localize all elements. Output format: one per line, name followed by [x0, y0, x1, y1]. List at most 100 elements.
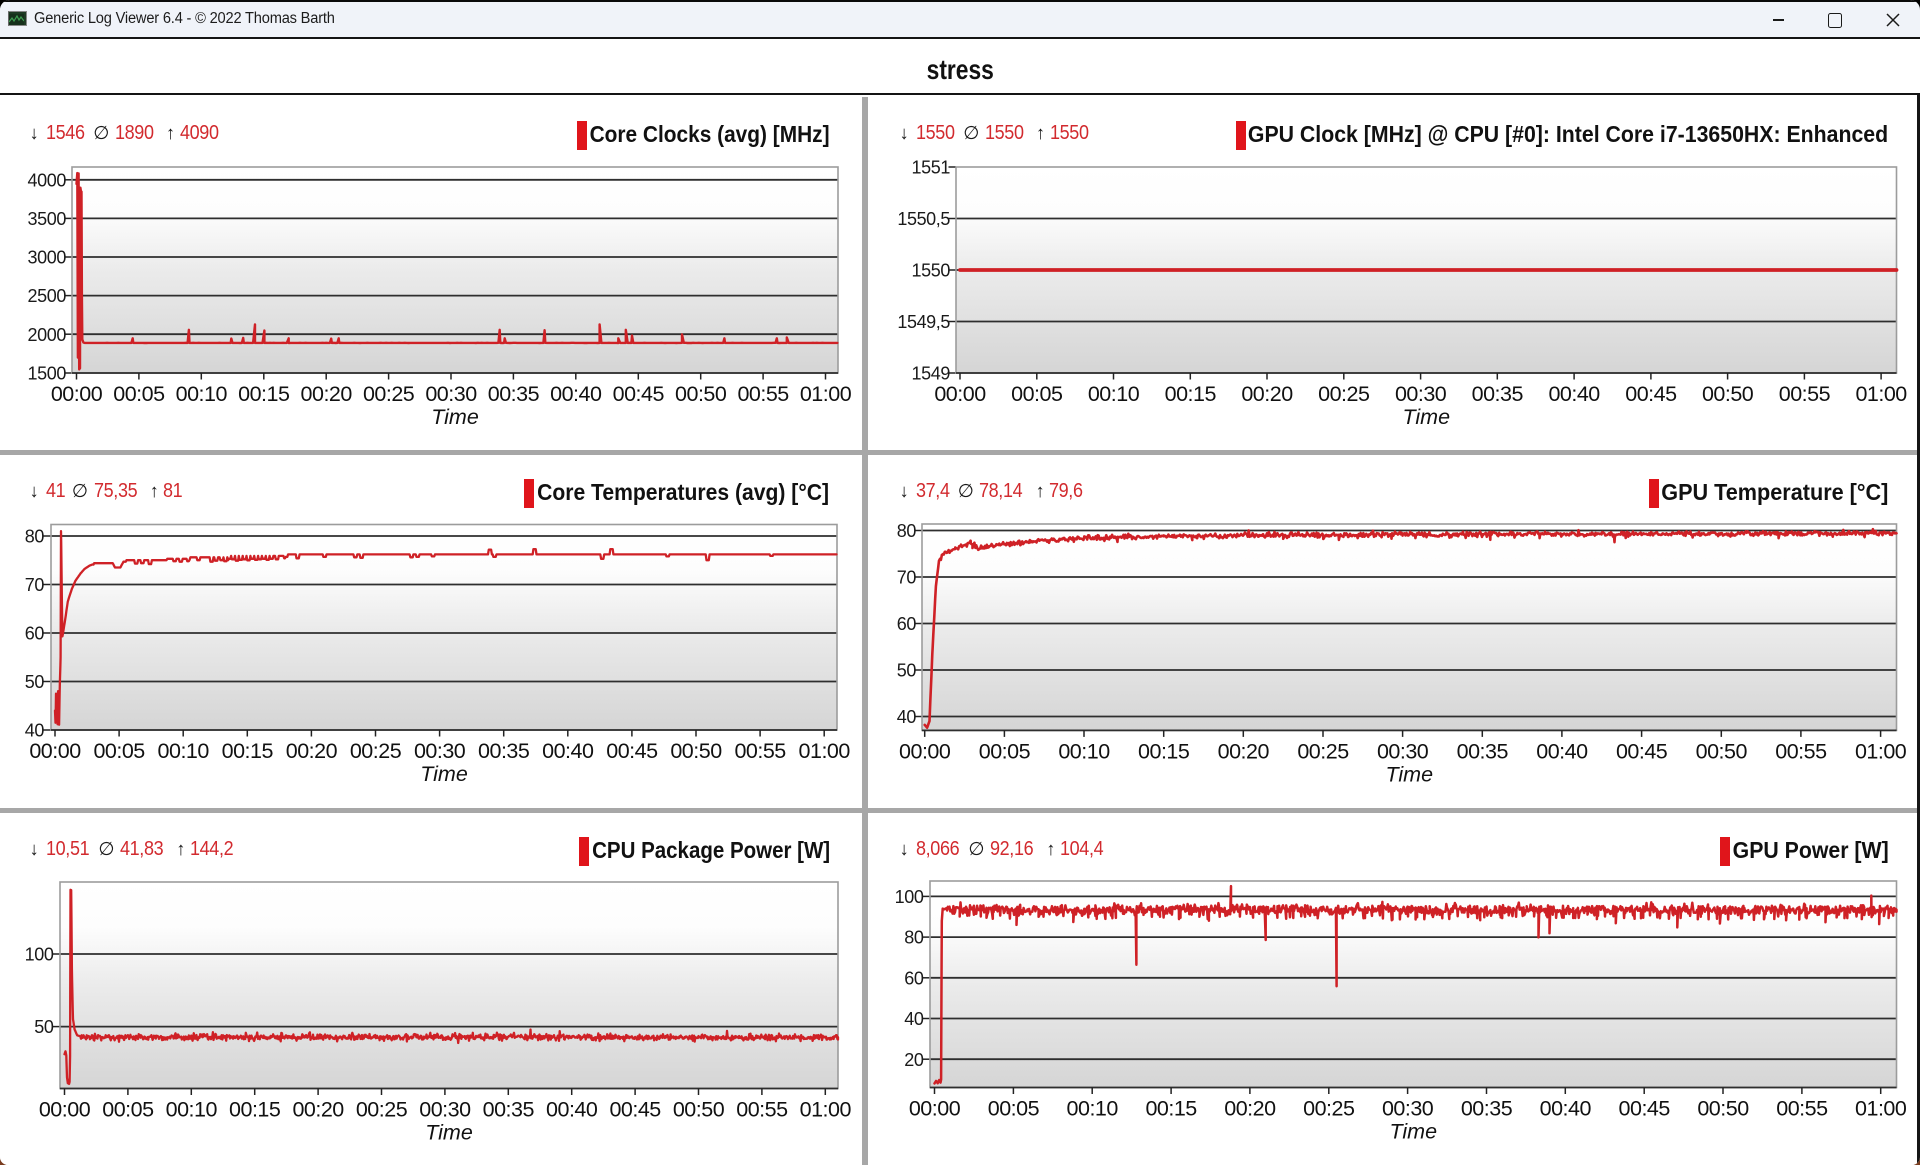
svg-text:00:20: 00:20 — [1241, 382, 1293, 406]
svg-text:00:30: 00:30 — [1382, 1097, 1434, 1121]
svg-text:00:20: 00:20 — [286, 739, 338, 763]
svg-text:50: 50 — [897, 661, 917, 681]
svg-text:50: 50 — [25, 672, 45, 692]
svg-text:2000: 2000 — [28, 325, 67, 345]
svg-text:Time: Time — [1385, 762, 1433, 786]
svg-text:01:00: 01:00 — [1855, 739, 1907, 763]
svg-text:00:00: 00:00 — [899, 739, 951, 763]
svg-text:00:10: 00:10 — [1088, 382, 1140, 406]
svg-text:00:20: 00:20 — [301, 382, 353, 406]
svg-text:00:30: 00:30 — [1395, 382, 1447, 406]
svg-text:00:00: 00:00 — [909, 1097, 961, 1121]
svg-text:00:00: 00:00 — [934, 382, 986, 406]
svg-text:00:55: 00:55 — [737, 382, 789, 406]
svg-text:00:35: 00:35 — [1461, 1097, 1513, 1121]
svg-text:00:30: 00:30 — [425, 382, 477, 406]
svg-text:00:55: 00:55 — [736, 1098, 788, 1122]
svg-text:00:40: 00:40 — [542, 739, 594, 763]
svg-text:00:35: 00:35 — [488, 382, 540, 406]
svg-text:1551: 1551 — [912, 158, 951, 178]
svg-text:2500: 2500 — [28, 286, 67, 306]
svg-text:00:15: 00:15 — [222, 739, 274, 763]
svg-text:00:05: 00:05 — [988, 1097, 1040, 1121]
svg-text:00:45: 00:45 — [609, 1098, 661, 1122]
svg-text:01:00: 01:00 — [799, 739, 851, 763]
svg-text:100: 100 — [25, 945, 54, 965]
svg-text:00:45: 00:45 — [613, 382, 665, 406]
svg-text:00:50: 00:50 — [1697, 1097, 1749, 1121]
svg-text:00:10: 00:10 — [176, 382, 228, 406]
svg-text:00:50: 00:50 — [670, 739, 722, 763]
svg-text:80: 80 — [904, 928, 924, 948]
svg-text:00:10: 00:10 — [166, 1098, 218, 1122]
svg-text:1549,5: 1549,5 — [897, 312, 950, 332]
svg-text:00:30: 00:30 — [1377, 739, 1429, 763]
svg-text:1550: 1550 — [912, 261, 951, 281]
svg-text:Time: Time — [431, 405, 479, 429]
svg-text:00:35: 00:35 — [1457, 739, 1509, 763]
svg-text:60: 60 — [25, 624, 45, 644]
svg-text:Time: Time — [1402, 405, 1450, 429]
svg-text:00:15: 00:15 — [1138, 739, 1190, 763]
svg-text:70: 70 — [897, 568, 917, 588]
svg-text:01:00: 01:00 — [800, 1098, 852, 1122]
svg-text:50: 50 — [34, 1017, 54, 1037]
svg-text:00:05: 00:05 — [93, 739, 145, 763]
svg-text:1549: 1549 — [912, 364, 951, 384]
svg-text:00:25: 00:25 — [356, 1098, 408, 1122]
svg-text:00:50: 00:50 — [1702, 382, 1754, 406]
svg-text:00:35: 00:35 — [483, 1098, 535, 1122]
svg-text:40: 40 — [25, 721, 45, 741]
svg-text:20: 20 — [904, 1050, 924, 1070]
svg-text:00:05: 00:05 — [1011, 382, 1063, 406]
svg-text:60: 60 — [904, 968, 924, 988]
svg-text:00:00: 00:00 — [29, 739, 81, 763]
svg-text:00:55: 00:55 — [1775, 739, 1827, 763]
svg-text:00:50: 00:50 — [673, 1098, 725, 1122]
svg-text:80: 80 — [25, 527, 45, 547]
svg-text:01:00: 01:00 — [1855, 382, 1907, 406]
svg-text:00:05: 00:05 — [102, 1098, 154, 1122]
svg-text:1550,5: 1550,5 — [897, 209, 950, 229]
svg-text:00:20: 00:20 — [292, 1098, 344, 1122]
svg-text:00:05: 00:05 — [979, 739, 1031, 763]
svg-text:00:20: 00:20 — [1224, 1097, 1276, 1121]
svg-text:00:00: 00:00 — [51, 382, 103, 406]
svg-text:00:25: 00:25 — [350, 739, 402, 763]
svg-text:00:25: 00:25 — [1318, 382, 1370, 406]
svg-text:60: 60 — [897, 614, 917, 634]
svg-text:00:25: 00:25 — [363, 382, 415, 406]
svg-text:Time: Time — [425, 1121, 473, 1145]
svg-text:00:30: 00:30 — [419, 1098, 471, 1122]
svg-text:00:40: 00:40 — [550, 382, 602, 406]
svg-text:00:15: 00:15 — [238, 382, 290, 406]
svg-text:00:30: 00:30 — [414, 739, 466, 763]
svg-text:00:50: 00:50 — [1696, 739, 1748, 763]
svg-text:01:00: 01:00 — [800, 382, 852, 406]
svg-text:00:25: 00:25 — [1297, 739, 1349, 763]
svg-text:00:15: 00:15 — [229, 1098, 281, 1122]
svg-text:00:40: 00:40 — [546, 1098, 598, 1122]
svg-text:40: 40 — [904, 1009, 924, 1029]
svg-text:00:00: 00:00 — [39, 1098, 91, 1122]
svg-text:00:55: 00:55 — [1776, 1097, 1828, 1121]
svg-text:00:45: 00:45 — [1619, 1097, 1671, 1121]
svg-text:00:50: 00:50 — [675, 382, 727, 406]
svg-text:00:45: 00:45 — [606, 739, 658, 763]
svg-text:00:10: 00:10 — [1058, 739, 1110, 763]
svg-text:1500: 1500 — [28, 364, 67, 384]
svg-text:01:00: 01:00 — [1855, 1097, 1907, 1121]
svg-text:40: 40 — [897, 707, 917, 727]
svg-text:00:40: 00:40 — [1536, 739, 1588, 763]
svg-text:00:35: 00:35 — [478, 739, 530, 763]
svg-text:Time: Time — [420, 762, 468, 786]
svg-text:00:35: 00:35 — [1472, 382, 1524, 406]
svg-text:100: 100 — [895, 887, 924, 907]
svg-text:Time: Time — [1389, 1120, 1437, 1144]
svg-text:4000: 4000 — [28, 170, 67, 190]
svg-text:00:55: 00:55 — [1779, 382, 1831, 406]
svg-text:00:40: 00:40 — [1540, 1097, 1592, 1121]
svg-text:00:10: 00:10 — [1067, 1097, 1119, 1121]
svg-text:00:10: 00:10 — [158, 739, 210, 763]
svg-text:00:15: 00:15 — [1145, 1097, 1197, 1121]
